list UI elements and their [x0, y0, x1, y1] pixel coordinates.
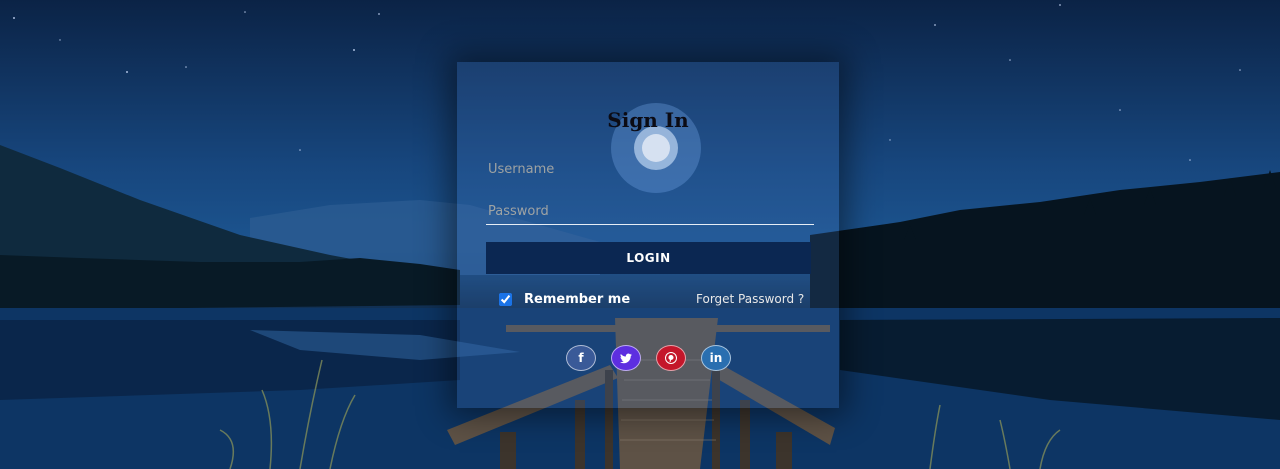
forget-password-link[interactable]: Forget Password ? — [696, 292, 804, 306]
twitter-bird-icon — [620, 353, 632, 363]
pinterest-icon[interactable] — [656, 345, 686, 371]
login-button[interactable]: LOGIN — [486, 242, 811, 274]
password-input[interactable] — [486, 199, 814, 225]
remember-me-label: Remember me — [524, 292, 631, 307]
page-title: Sign In — [607, 108, 689, 132]
linkedin-icon[interactable]: in — [701, 345, 731, 371]
twitter-icon[interactable] — [611, 345, 641, 371]
username-input[interactable] — [486, 156, 814, 182]
facebook-icon[interactable]: f — [566, 345, 596, 371]
remember-me[interactable]: Remember me — [499, 292, 630, 307]
login-card: Sign In — [457, 62, 839, 408]
pinterest-logo-icon — [665, 352, 677, 364]
remember-me-checkbox[interactable] — [499, 293, 512, 306]
